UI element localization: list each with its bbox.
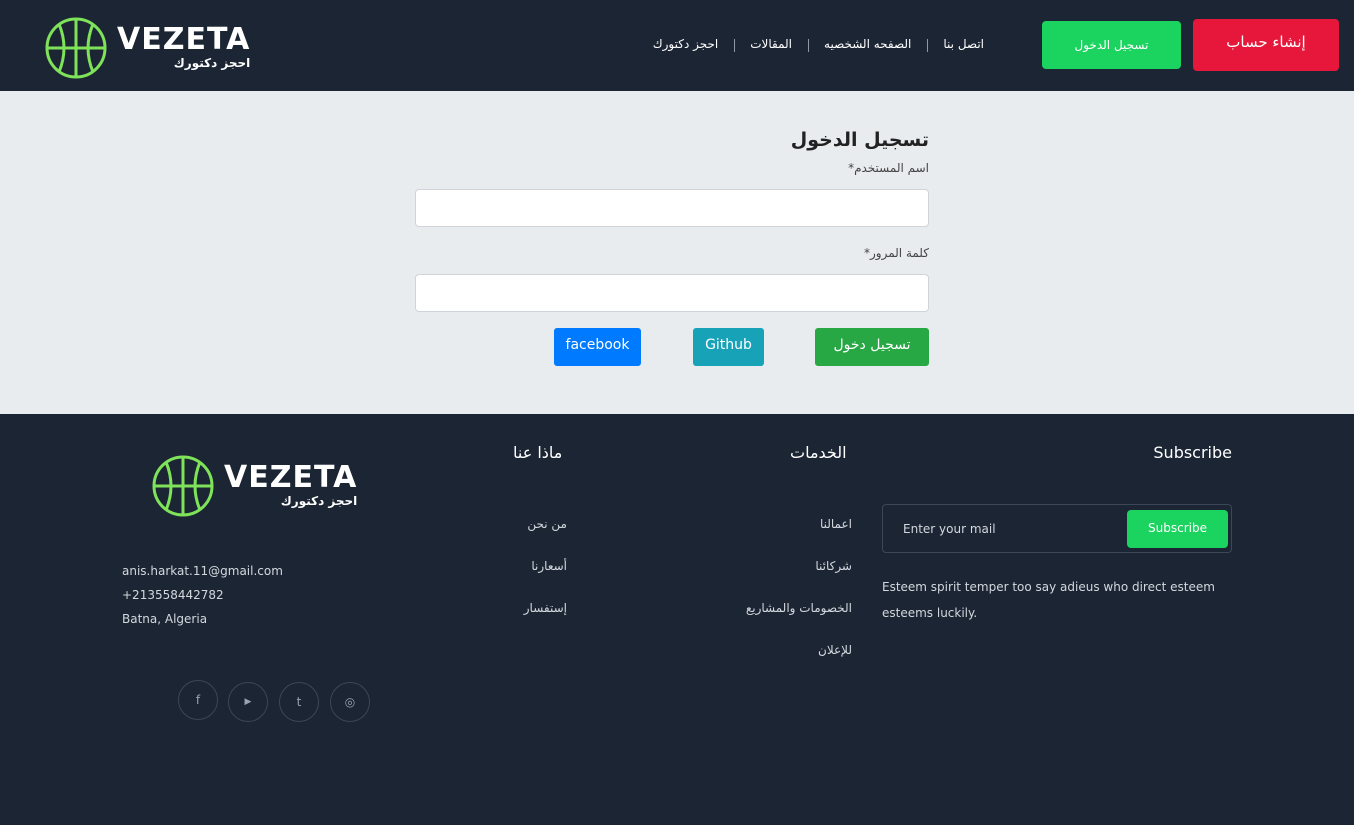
header-logo[interactable]: VEZETA احجز دكتورك (45, 17, 250, 79)
contact-email[interactable]: anis.harkat.11@gmail.com (122, 564, 283, 578)
about-title: ماذا عنا (513, 443, 563, 462)
password-input[interactable] (415, 274, 929, 312)
footer-logo[interactable]: VEZETA احجز دكتورك (152, 455, 357, 517)
subscribe-form: Subscribe (882, 504, 1232, 553)
contact-phone[interactable]: +213558442782 (122, 588, 224, 602)
logo-brand: VEZETA (117, 22, 251, 57)
nav-item-contact[interactable]: اتصل بنا (927, 37, 1000, 52)
header-login-button[interactable]: تسجيل الدخول (1042, 21, 1181, 69)
main-nav: اتصل بنا الصفحه الشخصيه المقالات احجز دك… (610, 34, 1000, 54)
instagram-icon[interactable]: ◎ (330, 682, 370, 722)
services-link-partners[interactable]: شركائنا (815, 559, 852, 573)
username-input[interactable] (415, 189, 929, 227)
services-link-advertise[interactable]: للإعلان (818, 643, 852, 657)
password-label: كلمة المرور* (863, 246, 929, 260)
logo-tagline: احجز دكتورك (280, 494, 358, 508)
basketball-logo-icon (45, 17, 107, 79)
site-header: VEZETA احجز دكتورك اتصل بنا الصفحه الشخص… (0, 0, 1354, 91)
twitter-icon[interactable]: t (279, 682, 319, 722)
subscribe-button[interactable]: Subscribe (1127, 510, 1228, 548)
nav-item-profile[interactable]: الصفحه الشخصيه (808, 37, 927, 52)
services-link-discounts[interactable]: الخصومات والمشاريع (746, 601, 852, 615)
username-label: اسم المستخدم* (848, 161, 929, 175)
contact-address: Batna, Algeria (122, 612, 208, 626)
header-register-button[interactable]: إنشاء حساب (1193, 19, 1339, 71)
subscribe-description: Esteem spirit temper too say adieus who … (882, 580, 1215, 620)
login-submit-button[interactable]: تسجيل دخول (815, 328, 929, 366)
about-link-who-we-are[interactable]: من نحن (527, 517, 567, 531)
nav-item-articles[interactable]: المقالات (734, 37, 808, 52)
about-link-prices[interactable]: أسعارنا (531, 559, 567, 573)
login-section: تسجيل الدخول اسم المستخدم* كلمة المرور* (0, 91, 1354, 414)
subscribe-title: Subscribe (1153, 443, 1232, 462)
facebook-icon[interactable]: f (178, 680, 218, 720)
youtube-icon[interactable]: ▶ (228, 682, 268, 722)
nav-item-book-doctor[interactable]: احجز دكتورك (637, 37, 735, 51)
logo-tagline: احجز دكتورك (173, 56, 251, 70)
services-title: الخدمات (790, 443, 847, 462)
subscribe-email-input[interactable] (893, 514, 1113, 544)
login-title: تسجيل الدخول (790, 129, 929, 151)
services-link-works[interactable]: اعمالنا (820, 517, 852, 531)
basketball-logo-icon (152, 455, 214, 517)
site-footer: VEZETA احجز دكتورك anis.harkat.11@gmail.… (0, 414, 1354, 825)
about-link-inquiry[interactable]: إستفسار (524, 601, 567, 615)
facebook-login-button[interactable]: facebook (554, 328, 641, 366)
github-login-button[interactable]: Github (693, 328, 764, 366)
logo-brand: VEZETA (224, 460, 358, 495)
